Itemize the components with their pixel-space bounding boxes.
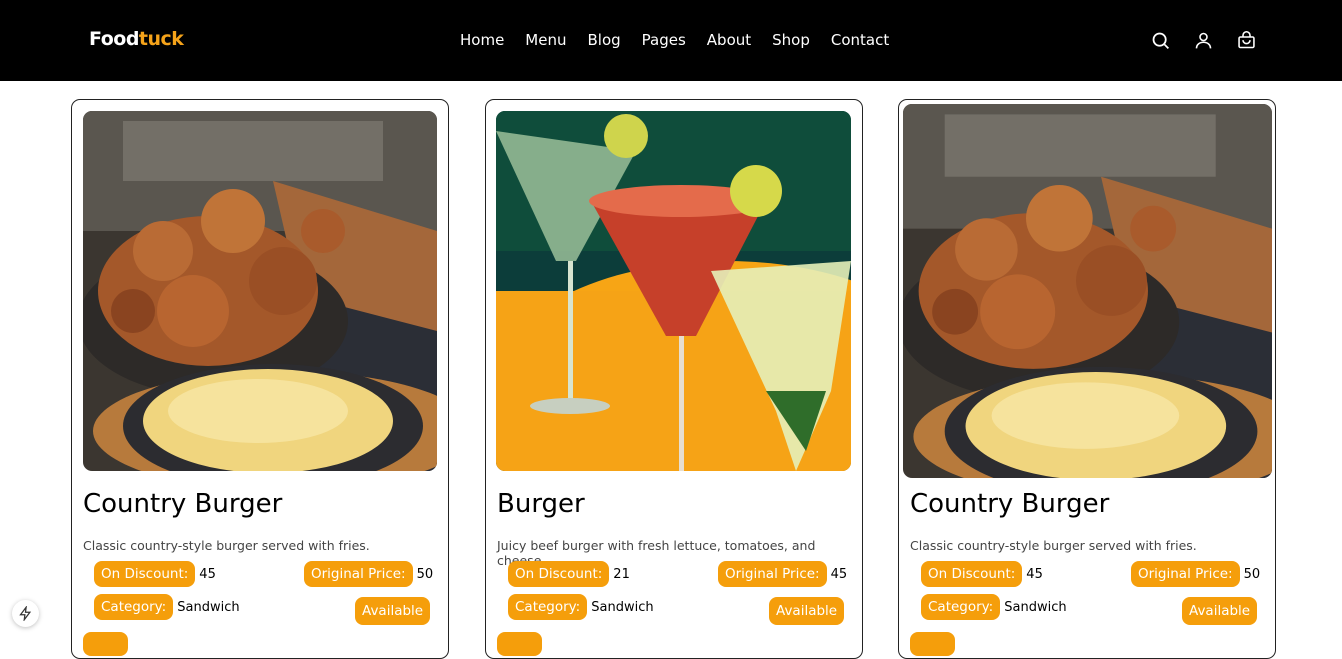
product-card[interactable]: Country Burger Classic country-style bur… [898,99,1276,659]
original-price-row: Original Price: 50 [304,561,433,587]
original-price-badge: Original Price: [718,561,827,587]
brand-part-2: tuck [138,28,184,50]
discount-value: 45 [1026,566,1043,582]
category-badge: Category: [94,594,174,620]
availability-badge[interactable]: Available [355,597,431,625]
card-action-button[interactable] [910,632,955,656]
discount-row: On Discount: 45 [921,561,1043,587]
discount-badge: On Discount: [94,561,196,587]
lightning-indicator-button[interactable] [12,600,39,627]
original-price-badge: Original Price: [1131,561,1240,587]
original-price-badge: Original Price: [304,561,413,587]
nav-pages[interactable]: Pages [642,31,686,49]
product-title: Country Burger [83,489,283,519]
discount-value: 21 [613,566,630,582]
discount-badge: On Discount: [921,561,1023,587]
original-price-row: Original Price: 45 [718,561,847,587]
nav-home[interactable]: Home [460,31,504,49]
product-image-fried-chicken [83,111,437,471]
discount-row: On Discount: 21 [508,561,630,587]
product-description: Classic country-style burger served with… [83,538,370,553]
category-value: Sandwich [177,599,240,615]
original-price-row: Original Price: 50 [1131,561,1260,587]
header-icons [1150,30,1257,51]
product-image-cocktails [496,111,851,471]
product-card[interactable]: Country Burger Classic country-style bur… [71,99,449,659]
original-price-value: 50 [1243,566,1261,582]
nav-blog[interactable]: Blog [587,31,620,49]
category-value: Sandwich [1004,599,1067,615]
category-row: Category: Sandwich [508,594,654,620]
card-action-button[interactable] [497,632,542,656]
discount-row: On Discount: 45 [94,561,216,587]
product-title: Country Burger [910,489,1110,519]
availability-badge[interactable]: Available [769,597,845,625]
search-icon[interactable] [1150,30,1171,51]
nav-shop[interactable]: Shop [772,31,810,49]
category-row: Category: Sandwich [921,594,1067,620]
discount-badge: On Discount: [508,561,610,587]
brand-part-1: Food [89,28,139,50]
category-row: Category: Sandwich [94,594,240,620]
category-value: Sandwich [591,599,654,615]
brand-logo[interactable]: Foodtuck [89,28,184,50]
product-description: Classic country-style burger served with… [910,538,1197,553]
availability-badge[interactable]: Available [1182,597,1258,625]
original-price-value: 45 [830,566,848,582]
card-action-button[interactable] [83,632,128,656]
top-navbar: Foodtuck Home Menu Blog Pages About Shop… [0,0,1342,81]
shopping-bag-icon[interactable] [1236,30,1257,51]
product-card[interactable]: Burger Juicy beef burger with fresh lett… [485,99,863,659]
user-icon[interactable] [1193,30,1214,51]
main-nav: Home Menu Blog Pages About Shop Contact [460,31,889,49]
product-title: Burger [497,489,585,519]
category-badge: Category: [508,594,588,620]
category-badge: Category: [921,594,1001,620]
nav-about[interactable]: About [707,31,751,49]
product-image-fried-chicken [903,104,1272,478]
lightning-icon [19,606,32,621]
original-price-value: 50 [416,566,434,582]
discount-value: 45 [199,566,216,582]
nav-menu[interactable]: Menu [525,31,566,49]
nav-contact[interactable]: Contact [831,31,889,49]
